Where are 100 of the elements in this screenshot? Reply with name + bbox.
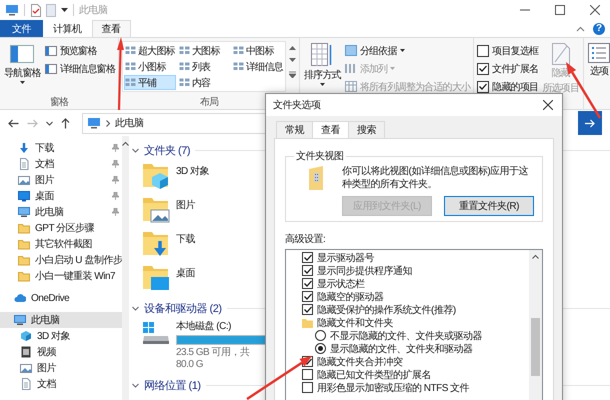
checkbox[interactable] xyxy=(477,80,490,92)
layout-option[interactable]: 详细信息 xyxy=(232,59,284,74)
layout-option[interactable]: 超大图标 xyxy=(124,43,176,58)
checkbox[interactable] xyxy=(302,252,313,263)
nav-item[interactable]: 视频 xyxy=(0,344,122,360)
scroll-up-icon[interactable] xyxy=(289,45,296,50)
navigation-pane-button[interactable]: 导航窗格 xyxy=(3,41,42,95)
folder-name[interactable]: 3D 对象 xyxy=(176,164,210,178)
nav-item[interactable]: 此电脑 xyxy=(0,204,122,220)
checkbox[interactable] xyxy=(302,369,313,380)
nav-item[interactable]: 小白启动 U 盘制作步 xyxy=(0,252,122,268)
expand-gallery-icon[interactable] xyxy=(289,71,296,78)
nav-item[interactable]: 3D 对象 xyxy=(0,328,122,344)
setting-label: 显示隐藏的文件、文件夹和驱动器 xyxy=(330,342,472,356)
nav-item[interactable]: 文档 xyxy=(0,156,122,172)
radio-button[interactable] xyxy=(315,343,326,354)
section-header[interactable]: 设备和驱动器 (2) xyxy=(144,300,222,316)
chevron-down-icon[interactable] xyxy=(46,120,53,126)
checked-document-icon[interactable] xyxy=(30,4,41,16)
nav-item[interactable]: GPT 分区步骤 xyxy=(0,220,122,236)
scroll-up-icon[interactable] xyxy=(122,141,130,146)
layout-option[interactable]: 内容 xyxy=(178,75,230,90)
checkbox-label: 文件扩展名 xyxy=(492,62,538,76)
checkbox-label: 隐藏的项目 xyxy=(492,80,538,94)
nav-item[interactable]: 下载 xyxy=(0,140,122,156)
drive-name[interactable]: 本地磁盘 (C:) xyxy=(176,319,266,333)
folder-with-picture-icon[interactable] xyxy=(142,195,170,223)
setting-label: 用彩色显示加密或压缩的 NTFS 文件 xyxy=(317,382,470,394)
folder-name[interactable]: 图片 xyxy=(176,198,195,212)
options-button[interactable]: 选项 xyxy=(587,41,610,109)
ribbon-tab[interactable]: 文件 xyxy=(0,20,43,37)
checkbox[interactable] xyxy=(302,304,313,315)
nav-item[interactable]: 小白一键重装 Win7 xyxy=(0,268,122,284)
folder-with-arrow-icon[interactable] xyxy=(142,229,170,257)
layout-option[interactable]: 大图标 xyxy=(178,43,230,58)
checkbox[interactable] xyxy=(302,382,313,393)
folder-icon xyxy=(18,254,30,266)
folder-icon xyxy=(18,238,30,250)
picture-icon xyxy=(20,362,32,374)
folder-name[interactable]: 桌面 xyxy=(176,266,195,280)
cloud-icon xyxy=(14,292,26,304)
up-arrow-icon[interactable] xyxy=(61,118,70,128)
view-mode-icon xyxy=(179,78,190,87)
caret-icon[interactable] xyxy=(61,8,68,12)
help-button[interactable]: ? xyxy=(593,22,605,34)
setting-label: 显示同步提供程序通知 xyxy=(317,264,412,278)
back-arrow-icon[interactable] xyxy=(8,118,19,128)
chevron-down-icon[interactable] xyxy=(132,306,139,310)
annotation-arrow xyxy=(246,356,312,400)
layout-option[interactable]: 平铺 xyxy=(124,75,176,90)
nav-item[interactable]: 图片 xyxy=(0,360,122,376)
chevron-up-icon[interactable] xyxy=(576,26,585,32)
ribbon-tab[interactable]: 计算机 xyxy=(43,20,92,37)
ribbon-tab[interactable]: 查看 xyxy=(92,20,130,37)
dialog-tab[interactable]: 常规 xyxy=(276,121,313,138)
layout-option[interactable]: 小图标 xyxy=(124,59,176,74)
nav-item[interactable]: 桌面 xyxy=(0,188,122,204)
nav-item[interactable]: 文档 xyxy=(0,376,122,392)
folder-with-cube-icon[interactable] xyxy=(142,161,170,189)
pane-layout-icon xyxy=(44,46,57,56)
nav-item[interactable]: 此电脑 xyxy=(0,312,122,328)
close-icon xyxy=(590,5,600,15)
pane-button[interactable]: 详细信息窗格 xyxy=(44,61,116,76)
checkbox[interactable] xyxy=(477,62,490,74)
layout-option[interactable]: 中图标 xyxy=(232,43,284,58)
checkbox[interactable] xyxy=(302,278,313,289)
dialog-tab[interactable]: 查看 xyxy=(312,121,349,138)
view-command[interactable]: 分组依据 xyxy=(344,43,470,58)
scrollbar[interactable] xyxy=(529,250,542,400)
nav-item[interactable]: 图片 xyxy=(0,172,122,188)
section-header[interactable]: 网络位置 (1) xyxy=(144,378,200,392)
minimize-icon xyxy=(520,9,530,11)
drive-icon[interactable] xyxy=(142,319,170,345)
folder-icon xyxy=(302,318,313,328)
dialog-tab[interactable]: 搜索 xyxy=(348,121,385,138)
go-button[interactable] xyxy=(578,111,602,135)
down-arrow-icon xyxy=(18,142,30,154)
checkbox[interactable] xyxy=(477,44,490,56)
chevron-down-icon[interactable] xyxy=(132,382,139,388)
folder-with-screen-icon[interactable] xyxy=(142,263,170,291)
chevron-down-icon[interactable] xyxy=(132,148,139,152)
scroll-down-icon[interactable] xyxy=(289,58,296,63)
checkbox[interactable] xyxy=(302,291,313,302)
scrollbar[interactable] xyxy=(122,136,130,400)
section-header[interactable]: 文件夹 (7) xyxy=(144,142,190,158)
scroll-up-icon[interactable] xyxy=(532,254,539,259)
checkbox[interactable] xyxy=(302,265,313,276)
setting-label: 隐藏受保护的操作系统文件(推荐) xyxy=(317,304,456,316)
scrollbar-thumb[interactable] xyxy=(531,318,540,376)
view-mode-icon xyxy=(179,62,190,71)
nav-item[interactable]: 其它软件截图 xyxy=(0,236,122,252)
pin-icon xyxy=(112,176,120,184)
folder-name[interactable]: 下载 xyxy=(176,232,195,246)
add-column-icon xyxy=(344,63,357,74)
radio-button[interactable] xyxy=(315,330,326,341)
reset-folders-button[interactable]: 重置文件夹(R) xyxy=(444,196,534,216)
layout-option[interactable]: 列表 xyxy=(178,59,230,74)
pane-button[interactable]: 预览窗格 xyxy=(44,43,116,58)
nav-item[interactable]: OneDrive xyxy=(0,290,122,306)
setting-label: 隐藏文件夹合并冲突 xyxy=(317,356,402,368)
